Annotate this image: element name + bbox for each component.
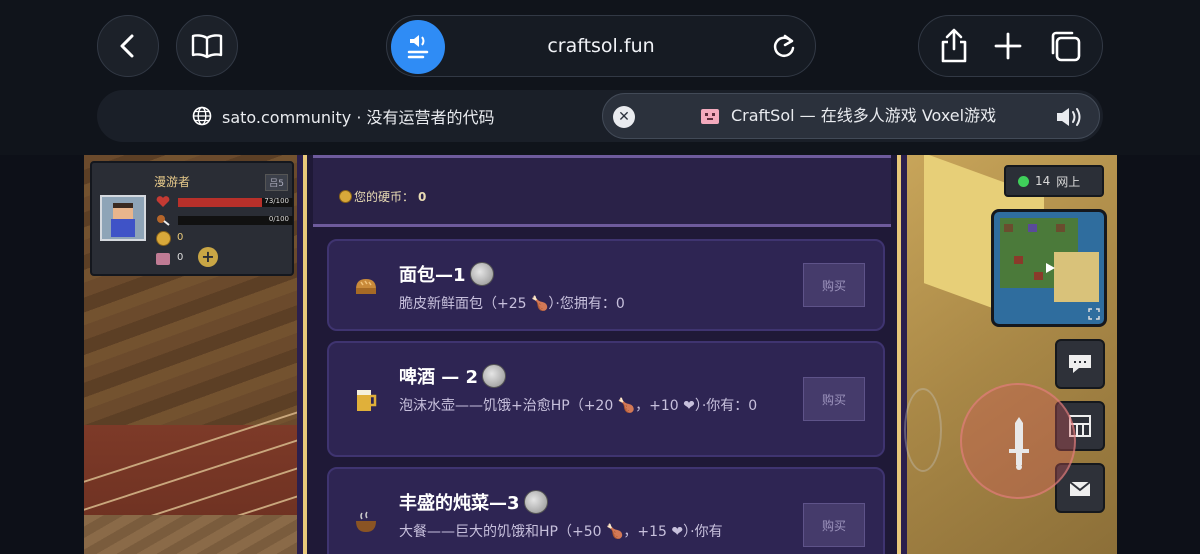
tabs-overview-icon[interactable] bbox=[1048, 29, 1082, 63]
coins-value: 0 bbox=[418, 189, 427, 204]
shop-item-stew: 丰盛的炖菜—3 大餐——巨大的饥饿和HP（+50 🍗，+15 ❤）·你有 购买 bbox=[327, 467, 885, 554]
movement-joystick[interactable] bbox=[904, 388, 942, 472]
shop-panel: 您的硬币： 0 面包—1 脆皮新鲜面包（+25 🍗）·您拥有：0 购买 啤酒 —… bbox=[297, 155, 907, 554]
wood-floor bbox=[84, 515, 314, 554]
mail-icon bbox=[1069, 481, 1091, 496]
item-description: 脆皮新鲜面包（+25 🍗）·您拥有：0 bbox=[399, 296, 625, 312]
shop-item-bread: 面包—1 脆皮新鲜面包（+25 🍗）·您拥有：0 购买 bbox=[327, 239, 885, 331]
shop-header: 您的硬币： 0 bbox=[313, 155, 891, 227]
coin-icon bbox=[339, 190, 352, 203]
player-name: 漫游者 bbox=[154, 175, 191, 189]
beer-icon bbox=[357, 390, 377, 411]
toolbar-actions bbox=[918, 15, 1103, 77]
silver-coin-icon bbox=[469, 262, 494, 286]
attack-button[interactable] bbox=[960, 383, 1076, 499]
avatar bbox=[100, 195, 146, 241]
silver-coin-icon bbox=[523, 490, 548, 514]
drumstick-icon bbox=[157, 215, 170, 226]
chevron-left-icon bbox=[120, 34, 134, 58]
online-status-badge: 14 网上 bbox=[1004, 165, 1104, 197]
audio-playing-button[interactable] bbox=[391, 20, 445, 74]
share-icon[interactable] bbox=[939, 28, 969, 64]
minimap-building bbox=[1014, 256, 1023, 264]
stew-icon bbox=[356, 511, 376, 532]
book-icon bbox=[191, 34, 223, 59]
tab-bar: sato.community · 没有运营者的代码 ✕ CraftSol — 在… bbox=[97, 90, 1103, 142]
buy-button[interactable]: 购买 bbox=[803, 377, 865, 421]
health-bar-fill bbox=[178, 198, 262, 207]
coins-label: 您的硬币： bbox=[354, 190, 415, 204]
url-text[interactable]: craftsol.fun bbox=[447, 16, 755, 78]
silver-coin-icon bbox=[482, 364, 507, 388]
expand-icon[interactable] bbox=[1088, 308, 1100, 320]
player-marker-icon bbox=[1046, 263, 1055, 273]
hunger-bar: 0/100 bbox=[178, 215, 293, 225]
tab-sato-community[interactable]: sato.community · 没有运营者的代码 bbox=[192, 90, 495, 142]
item-name: 丰盛的炖菜—3 bbox=[399, 489, 548, 515]
item-name: 啤酒 — 2 bbox=[399, 363, 507, 389]
back-button[interactable] bbox=[97, 15, 159, 77]
bookmarks-button[interactable] bbox=[176, 15, 238, 77]
chat-button[interactable] bbox=[1055, 339, 1105, 389]
gold-border-right bbox=[897, 155, 901, 554]
minimap-building bbox=[1056, 224, 1065, 232]
bread-icon bbox=[356, 279, 376, 294]
tab-title: CraftSol — 在线多人游戏 Voxel游戏 bbox=[731, 106, 997, 125]
item-description: 泡沫水壶——饥饿+治愈HP（+20 🍗，+10 ❤）·你有：0 bbox=[399, 398, 758, 414]
heart-icon bbox=[156, 196, 170, 207]
buy-button[interactable]: 购买 bbox=[803, 263, 865, 307]
shop-item-beer: 啤酒 — 2 泡沫水壶——饥饿+治愈HP（+20 🍗，+10 ❤）·你有：0 购… bbox=[327, 341, 885, 457]
online-label: 网上 bbox=[1056, 174, 1081, 189]
gold-border-left bbox=[303, 155, 307, 554]
globe-icon bbox=[192, 106, 212, 126]
health-bar: 73/100 bbox=[178, 197, 293, 207]
game-viewport[interactable]: 漫游者 吕5 73/100 0/100 0 0 + 您的硬币： 0 面包—1 脆… bbox=[84, 155, 1117, 554]
add-coins-button[interactable]: + bbox=[198, 247, 218, 267]
online-dot-icon bbox=[1018, 175, 1029, 187]
pig-icon bbox=[156, 253, 170, 265]
address-bar[interactable]: craftsol.fun bbox=[386, 15, 816, 77]
minimap-building bbox=[1004, 224, 1013, 232]
speaker-icon bbox=[407, 35, 429, 59]
craftsol-favicon bbox=[701, 109, 719, 124]
other-count: 0 bbox=[177, 252, 184, 263]
minimap-building bbox=[1028, 224, 1037, 232]
level-badge: 吕5 bbox=[265, 174, 288, 191]
speaker-icon[interactable] bbox=[1055, 106, 1085, 128]
coin-icon bbox=[156, 231, 171, 246]
new-tab-icon[interactable] bbox=[993, 31, 1023, 61]
sword-icon bbox=[1009, 417, 1029, 470]
close-tab-icon[interactable]: ✕ bbox=[613, 106, 635, 128]
item-description: 大餐——巨大的饥饿和HP（+50 🍗，+15 ❤）·你有 bbox=[399, 524, 723, 540]
health-value: 73/100 bbox=[264, 197, 289, 205]
minimap-sand bbox=[1054, 252, 1099, 302]
buy-button[interactable]: 购买 bbox=[803, 503, 865, 547]
tab-craftsol[interactable]: ✕ CraftSol — 在线多人游戏 Voxel游戏 bbox=[602, 93, 1100, 139]
minimap-building bbox=[1034, 272, 1043, 280]
online-count: 14 bbox=[1035, 174, 1051, 188]
minimap[interactable] bbox=[991, 209, 1107, 327]
reload-icon[interactable] bbox=[771, 33, 797, 61]
coins-display: 您的硬币： 0 bbox=[339, 188, 426, 205]
chat-icon bbox=[1069, 355, 1091, 373]
browser-toolbar: craftsol.fun sato.community · 没有运营者的代码 ✕… bbox=[0, 0, 1200, 155]
hunger-value: 0/100 bbox=[268, 215, 289, 223]
coin-count: 0 bbox=[177, 232, 184, 243]
item-name: 面包—1 bbox=[399, 261, 494, 287]
tab-title: sato.community · 没有运营者的代码 bbox=[222, 108, 495, 127]
player-status-panel: 漫游者 吕5 73/100 0/100 0 0 + bbox=[90, 161, 294, 276]
